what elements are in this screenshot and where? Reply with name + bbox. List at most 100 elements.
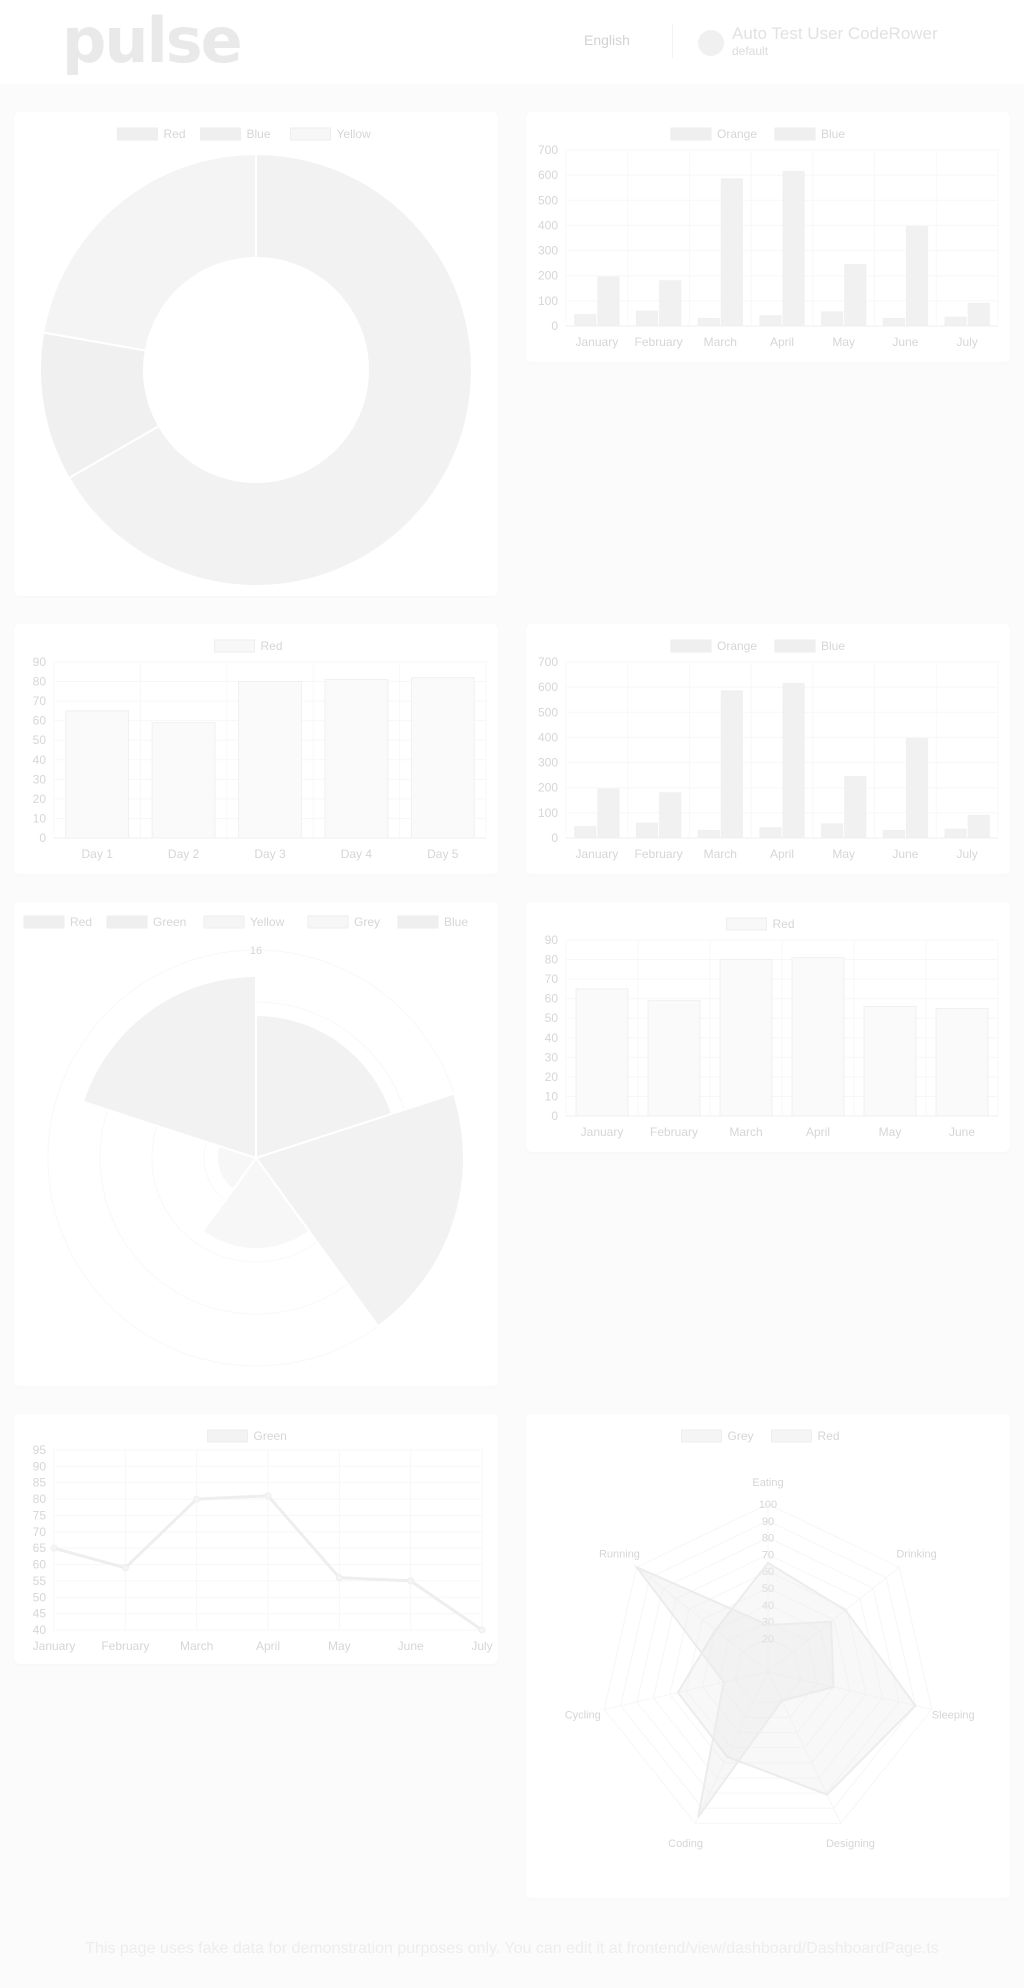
pulse-logo[interactable]: pulse bbox=[62, 4, 243, 78]
y-tick-label: 70 bbox=[545, 972, 559, 986]
line-point-february bbox=[121, 1564, 129, 1572]
x-tick-label: February bbox=[101, 1639, 149, 1653]
x-tick-label: June bbox=[892, 847, 918, 861]
user-name[interactable]: Auto Test User CodeRower bbox=[732, 24, 938, 44]
x-tick-label: May bbox=[328, 1639, 351, 1653]
x-tick-label: May bbox=[832, 847, 855, 861]
radar-axis-label: Coding bbox=[668, 1838, 703, 1850]
y-tick-label: 200 bbox=[538, 781, 558, 795]
legend-label-red: Red bbox=[70, 915, 92, 929]
x-tick-label: April bbox=[770, 847, 794, 861]
x-tick-label: January bbox=[33, 1639, 76, 1653]
bar-red-march bbox=[719, 959, 773, 1117]
x-tick-label: March bbox=[704, 847, 737, 861]
y-tick-label: 300 bbox=[538, 756, 558, 770]
legend-swatch-grey bbox=[681, 1429, 722, 1443]
polar-area-chart-card: Red Green Yellow Grey Blue 16 bbox=[14, 902, 498, 1386]
y-tick-label: 50 bbox=[33, 733, 47, 747]
y-tick-label: 500 bbox=[538, 193, 558, 207]
legend-swatch-red bbox=[726, 917, 767, 931]
bar-blue-may bbox=[844, 263, 867, 327]
y-tick-label: 30 bbox=[545, 1050, 559, 1064]
y-tick-label: 70 bbox=[33, 694, 47, 708]
line-point-january bbox=[50, 1544, 58, 1552]
bar-blue-january bbox=[597, 788, 620, 839]
bar-orange-april bbox=[759, 315, 782, 327]
y-tick-label: 75 bbox=[33, 1508, 47, 1522]
legend-label-grey: Grey bbox=[354, 915, 380, 929]
y-tick-label: 700 bbox=[538, 143, 558, 157]
legend-label-yellow: Yellow bbox=[337, 127, 372, 141]
legend-swatch-blue bbox=[200, 127, 241, 141]
legend-swatch-blue bbox=[774, 639, 816, 653]
legend-label-red: Red bbox=[773, 917, 795, 931]
x-tick-label: May bbox=[879, 1125, 902, 1139]
legend-label-blue: Blue bbox=[821, 639, 845, 653]
y-tick-label: 70 bbox=[33, 1525, 47, 1539]
legend-swatch-blue bbox=[774, 127, 816, 141]
x-tick-label: Day 3 bbox=[254, 847, 286, 861]
y-tick-label: 50 bbox=[33, 1590, 47, 1604]
y-tick-label: 10 bbox=[33, 811, 47, 825]
bar-orange-june bbox=[882, 317, 905, 327]
user-avatar[interactable] bbox=[698, 30, 724, 56]
bar-red-day-2 bbox=[151, 722, 216, 839]
legend-swatch-red bbox=[117, 127, 158, 141]
bar-orange-january bbox=[574, 314, 597, 327]
x-tick-label: July bbox=[956, 335, 977, 349]
legend-label-green: Green bbox=[153, 915, 186, 929]
y-tick-label: 30 bbox=[33, 772, 47, 786]
header-divider bbox=[672, 24, 673, 58]
bar-blue-may bbox=[844, 775, 867, 839]
legend-swatch-grey bbox=[307, 915, 349, 929]
x-tick-label: February bbox=[635, 335, 683, 349]
y-tick-label: 40 bbox=[545, 1031, 559, 1045]
legend-label-red: Red bbox=[261, 639, 283, 653]
legend-swatch-yellow bbox=[290, 127, 331, 141]
y-tick-label: 100 bbox=[538, 806, 558, 820]
grouped-bar-chart-card: Orange Blue 0 100 200 300 400 500 600 700 January F… bbox=[526, 112, 1010, 362]
chart-svg: Red Green Yellow Grey Blue 16 bbox=[23, 915, 468, 1367]
x-tick-label: Day 2 bbox=[168, 847, 200, 861]
bar-orange-may bbox=[821, 311, 844, 327]
x-tick-label: March bbox=[704, 335, 737, 349]
x-tick-label: March bbox=[180, 1639, 213, 1653]
daily-bar-chart-card: Red 0 10 20 30 40 50 60 70 80 90 Day 1 Day 2 Day 3 Day… bbox=[14, 624, 498, 874]
legend-label-blue: Blue bbox=[247, 127, 271, 141]
line-chart-card: Green 40 45 50 55 60 65 70 75 80 85 90 95 January Febr… bbox=[14, 1414, 498, 1664]
chart-svg: Red 0 10 20 30 40 50 60 70 80 90 January February Mar… bbox=[545, 917, 999, 1139]
y-tick-label: 500 bbox=[538, 705, 558, 719]
radar-axis-label: Designing bbox=[826, 1838, 875, 1850]
radar-chart-card: GreyRed2030405060708090100EatingDrinking… bbox=[526, 1414, 1010, 1898]
y-tick-label: 0 bbox=[551, 1109, 558, 1123]
line-point-march bbox=[193, 1495, 201, 1503]
y-tick-label: 0 bbox=[551, 831, 558, 845]
bar-blue-july bbox=[967, 302, 990, 327]
bar-red-april bbox=[791, 957, 845, 1117]
x-tick-label: June bbox=[949, 1125, 975, 1139]
polar-tick-label: 16 bbox=[250, 945, 262, 957]
legend-swatch-yellow bbox=[203, 915, 245, 929]
x-tick-label: April bbox=[256, 1639, 280, 1653]
x-tick-label: Day 4 bbox=[341, 847, 373, 861]
bar-red-day-4 bbox=[324, 679, 389, 839]
y-tick-label: 20 bbox=[33, 792, 47, 806]
y-tick-label: 100 bbox=[538, 294, 558, 308]
y-tick-label: 60 bbox=[545, 992, 559, 1006]
legend-swatch-orange bbox=[670, 639, 712, 653]
bar-red-january bbox=[575, 988, 629, 1117]
line-point-may bbox=[335, 1574, 343, 1582]
bar-blue-february bbox=[659, 280, 682, 327]
legend-swatch-blue bbox=[397, 915, 439, 929]
polar-segment-blue bbox=[81, 974, 257, 1160]
x-tick-label: January bbox=[576, 335, 619, 349]
y-tick-label: 200 bbox=[538, 269, 558, 283]
doughnut-chart-card: Red Blue Yellow bbox=[14, 112, 498, 596]
bar-blue-june bbox=[905, 226, 929, 327]
bar-orange-february bbox=[635, 310, 659, 327]
x-tick-label: February bbox=[650, 1125, 698, 1139]
legend-label-grey: Grey bbox=[728, 1429, 754, 1443]
bar-blue-january bbox=[597, 276, 620, 327]
language-selector[interactable]: English bbox=[584, 32, 630, 48]
bar-blue-march bbox=[720, 690, 743, 839]
